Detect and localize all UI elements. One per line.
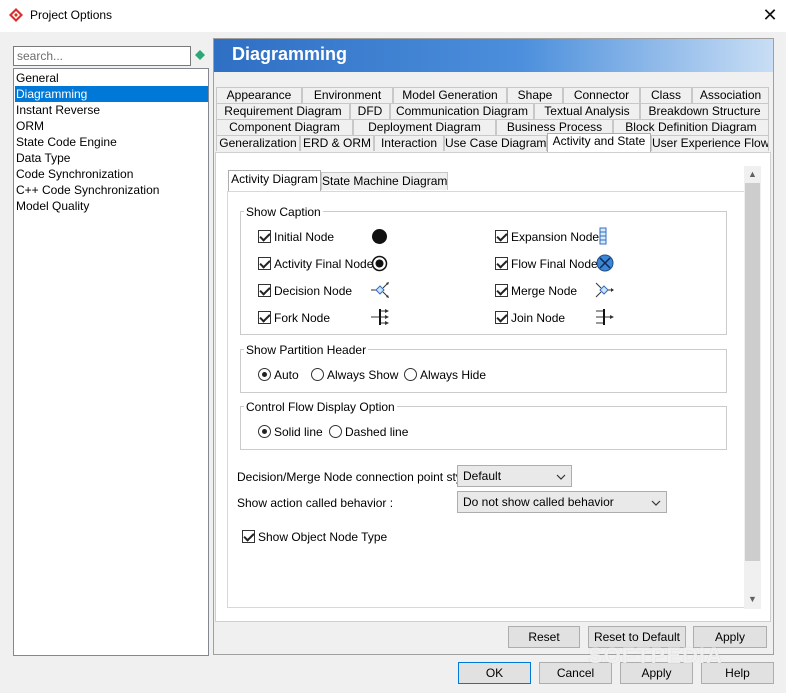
nav-item-model-quality[interactable]: Model Quality xyxy=(15,198,208,214)
merge-node-label: Merge Node xyxy=(511,284,578,298)
merge-node-icon xyxy=(595,282,614,298)
scrollbar-thumb[interactable] xyxy=(745,183,760,561)
initial-node-label: Initial Node xyxy=(274,230,335,244)
tab-environment[interactable]: Environment xyxy=(302,87,393,103)
ok-button[interactable]: OK xyxy=(458,662,531,684)
reset-button[interactable]: Reset xyxy=(508,626,580,648)
decision-node-icon xyxy=(371,282,389,298)
join-node-checkbox[interactable] xyxy=(495,311,508,324)
panel-title: Diagramming xyxy=(232,44,348,64)
connection-style-select[interactable]: Default xyxy=(457,465,572,487)
search-filter-icon[interactable] xyxy=(195,50,205,60)
partition-always-hide-label: Always Hide xyxy=(420,368,487,382)
tab-use-case-diagram[interactable]: Use Case Diagram xyxy=(444,135,547,151)
partition-always-hide-radio[interactable] xyxy=(404,368,417,381)
nav-item-instant-reverse[interactable]: Instant Reverse xyxy=(15,102,208,118)
initial-node-checkbox[interactable] xyxy=(258,230,271,243)
called-behavior-value: Do not show called behavior xyxy=(463,495,614,509)
nav-item-orm[interactable]: ORM xyxy=(15,118,208,134)
title-bar xyxy=(0,0,786,32)
chevron-down-icon xyxy=(651,500,661,506)
chevron-down-icon xyxy=(556,474,566,480)
tab-deployment-diagram[interactable]: Deployment Diagram xyxy=(353,119,496,135)
tab-interaction[interactable]: Interaction xyxy=(374,135,444,151)
flow-final-node-checkbox[interactable] xyxy=(495,257,508,270)
tab-model-generation[interactable]: Model Generation xyxy=(393,87,507,103)
solid-line-label: Solid line xyxy=(274,425,323,439)
merge-node-checkbox[interactable] xyxy=(495,284,508,297)
fork-node-icon xyxy=(371,309,389,325)
object-node-type-label: Show Object Node Type xyxy=(258,530,388,544)
tab-appearance[interactable]: Appearance xyxy=(216,87,302,103)
tab-user-experience-flow[interactable]: User Experience Flow xyxy=(651,135,769,151)
expansion-node-checkbox[interactable] xyxy=(495,230,508,243)
partition-auto-label: Auto xyxy=(274,368,299,382)
expansion-node-icon xyxy=(599,227,607,245)
join-node-icon xyxy=(596,309,614,325)
scroll-down-icon[interactable]: ▼ xyxy=(744,591,761,608)
tab-activity-and-state[interactable]: Activity and State xyxy=(547,133,651,152)
nav-item-state-code-engine[interactable]: State Code Engine xyxy=(15,134,208,150)
tab-dfd[interactable]: DFD xyxy=(350,103,390,119)
connection-style-label: Decision/Merge Node connection point sty… xyxy=(237,470,478,484)
control-flow-legend: Control Flow Display Option xyxy=(244,400,397,414)
partition-always-show-radio[interactable] xyxy=(311,368,324,381)
window-title: Project Options xyxy=(30,8,113,22)
dashed-line-label: Dashed line xyxy=(345,425,409,439)
category-list: General Diagramming Instant Reverse ORM … xyxy=(13,68,209,656)
tab-association[interactable]: Association xyxy=(692,87,769,103)
join-node-label: Join Node xyxy=(511,311,566,325)
app-logo-icon xyxy=(9,8,23,22)
tab-generalization[interactable]: Generalization xyxy=(216,135,300,151)
decision-node-checkbox[interactable] xyxy=(258,284,271,297)
nav-item-cpp-code-synchronization[interactable]: C++ Code Synchronization xyxy=(15,182,208,198)
tab-class[interactable]: Class xyxy=(640,87,692,103)
nav-item-code-synchronization[interactable]: Code Synchronization xyxy=(15,166,208,182)
nav-item-diagramming[interactable]: Diagramming xyxy=(15,86,208,102)
tab-communication-diagram[interactable]: Communication Diagram xyxy=(390,103,534,119)
search-input[interactable] xyxy=(13,46,191,66)
tab-requirement-diagram[interactable]: Requirement Diagram xyxy=(216,103,350,119)
tab-breakdown-structure[interactable]: Breakdown Structure xyxy=(640,103,769,119)
nav-item-general[interactable]: General xyxy=(15,70,208,86)
tab-shape[interactable]: Shape xyxy=(507,87,563,103)
subtab-activity-diagram[interactable]: Activity Diagram xyxy=(228,170,321,191)
flow-final-node-icon xyxy=(596,254,614,272)
tab-component-diagram[interactable]: Component Diagram xyxy=(216,119,353,135)
called-behavior-select[interactable]: Do not show called behavior xyxy=(457,491,667,513)
partition-always-show-label: Always Show xyxy=(327,368,399,382)
partition-auto-radio[interactable] xyxy=(258,368,271,381)
tab-textual-analysis[interactable]: Textual Analysis xyxy=(534,103,640,119)
watermark: SOFTPEDIA xyxy=(588,643,723,668)
expansion-node-label: Expansion Node xyxy=(511,230,600,244)
initial-node-icon xyxy=(372,229,387,244)
fork-node-label: Fork Node xyxy=(274,311,331,325)
subtab-state-machine-diagram[interactable]: State Machine Diagram xyxy=(321,172,448,190)
connection-style-value: Default xyxy=(463,469,502,483)
nav-item-data-type[interactable]: Data Type xyxy=(15,150,208,166)
fork-node-checkbox[interactable] xyxy=(258,311,271,324)
scroll-up-icon[interactable]: ▲ xyxy=(744,166,761,183)
show-caption-legend: Show Caption xyxy=(244,205,323,219)
dashed-line-radio[interactable] xyxy=(329,425,342,438)
called-behavior-label: Show action called behavior : xyxy=(237,496,394,510)
object-node-type-checkbox[interactable] xyxy=(242,530,255,543)
solid-line-radio[interactable] xyxy=(258,425,271,438)
activity-final-node-label: Activity Final Node xyxy=(274,257,374,271)
activity-final-node-icon xyxy=(371,255,388,272)
flow-final-node-label: Flow Final Node xyxy=(511,257,598,271)
decision-node-label: Decision Node xyxy=(274,284,353,298)
close-window-button[interactable]: ✕ xyxy=(760,4,780,26)
activity-final-node-checkbox[interactable] xyxy=(258,257,271,270)
tab-erd-orm[interactable]: ERD & ORM xyxy=(300,135,374,151)
tab-connector[interactable]: Connector xyxy=(563,87,640,103)
partition-header-legend: Show Partition Header xyxy=(244,343,369,357)
